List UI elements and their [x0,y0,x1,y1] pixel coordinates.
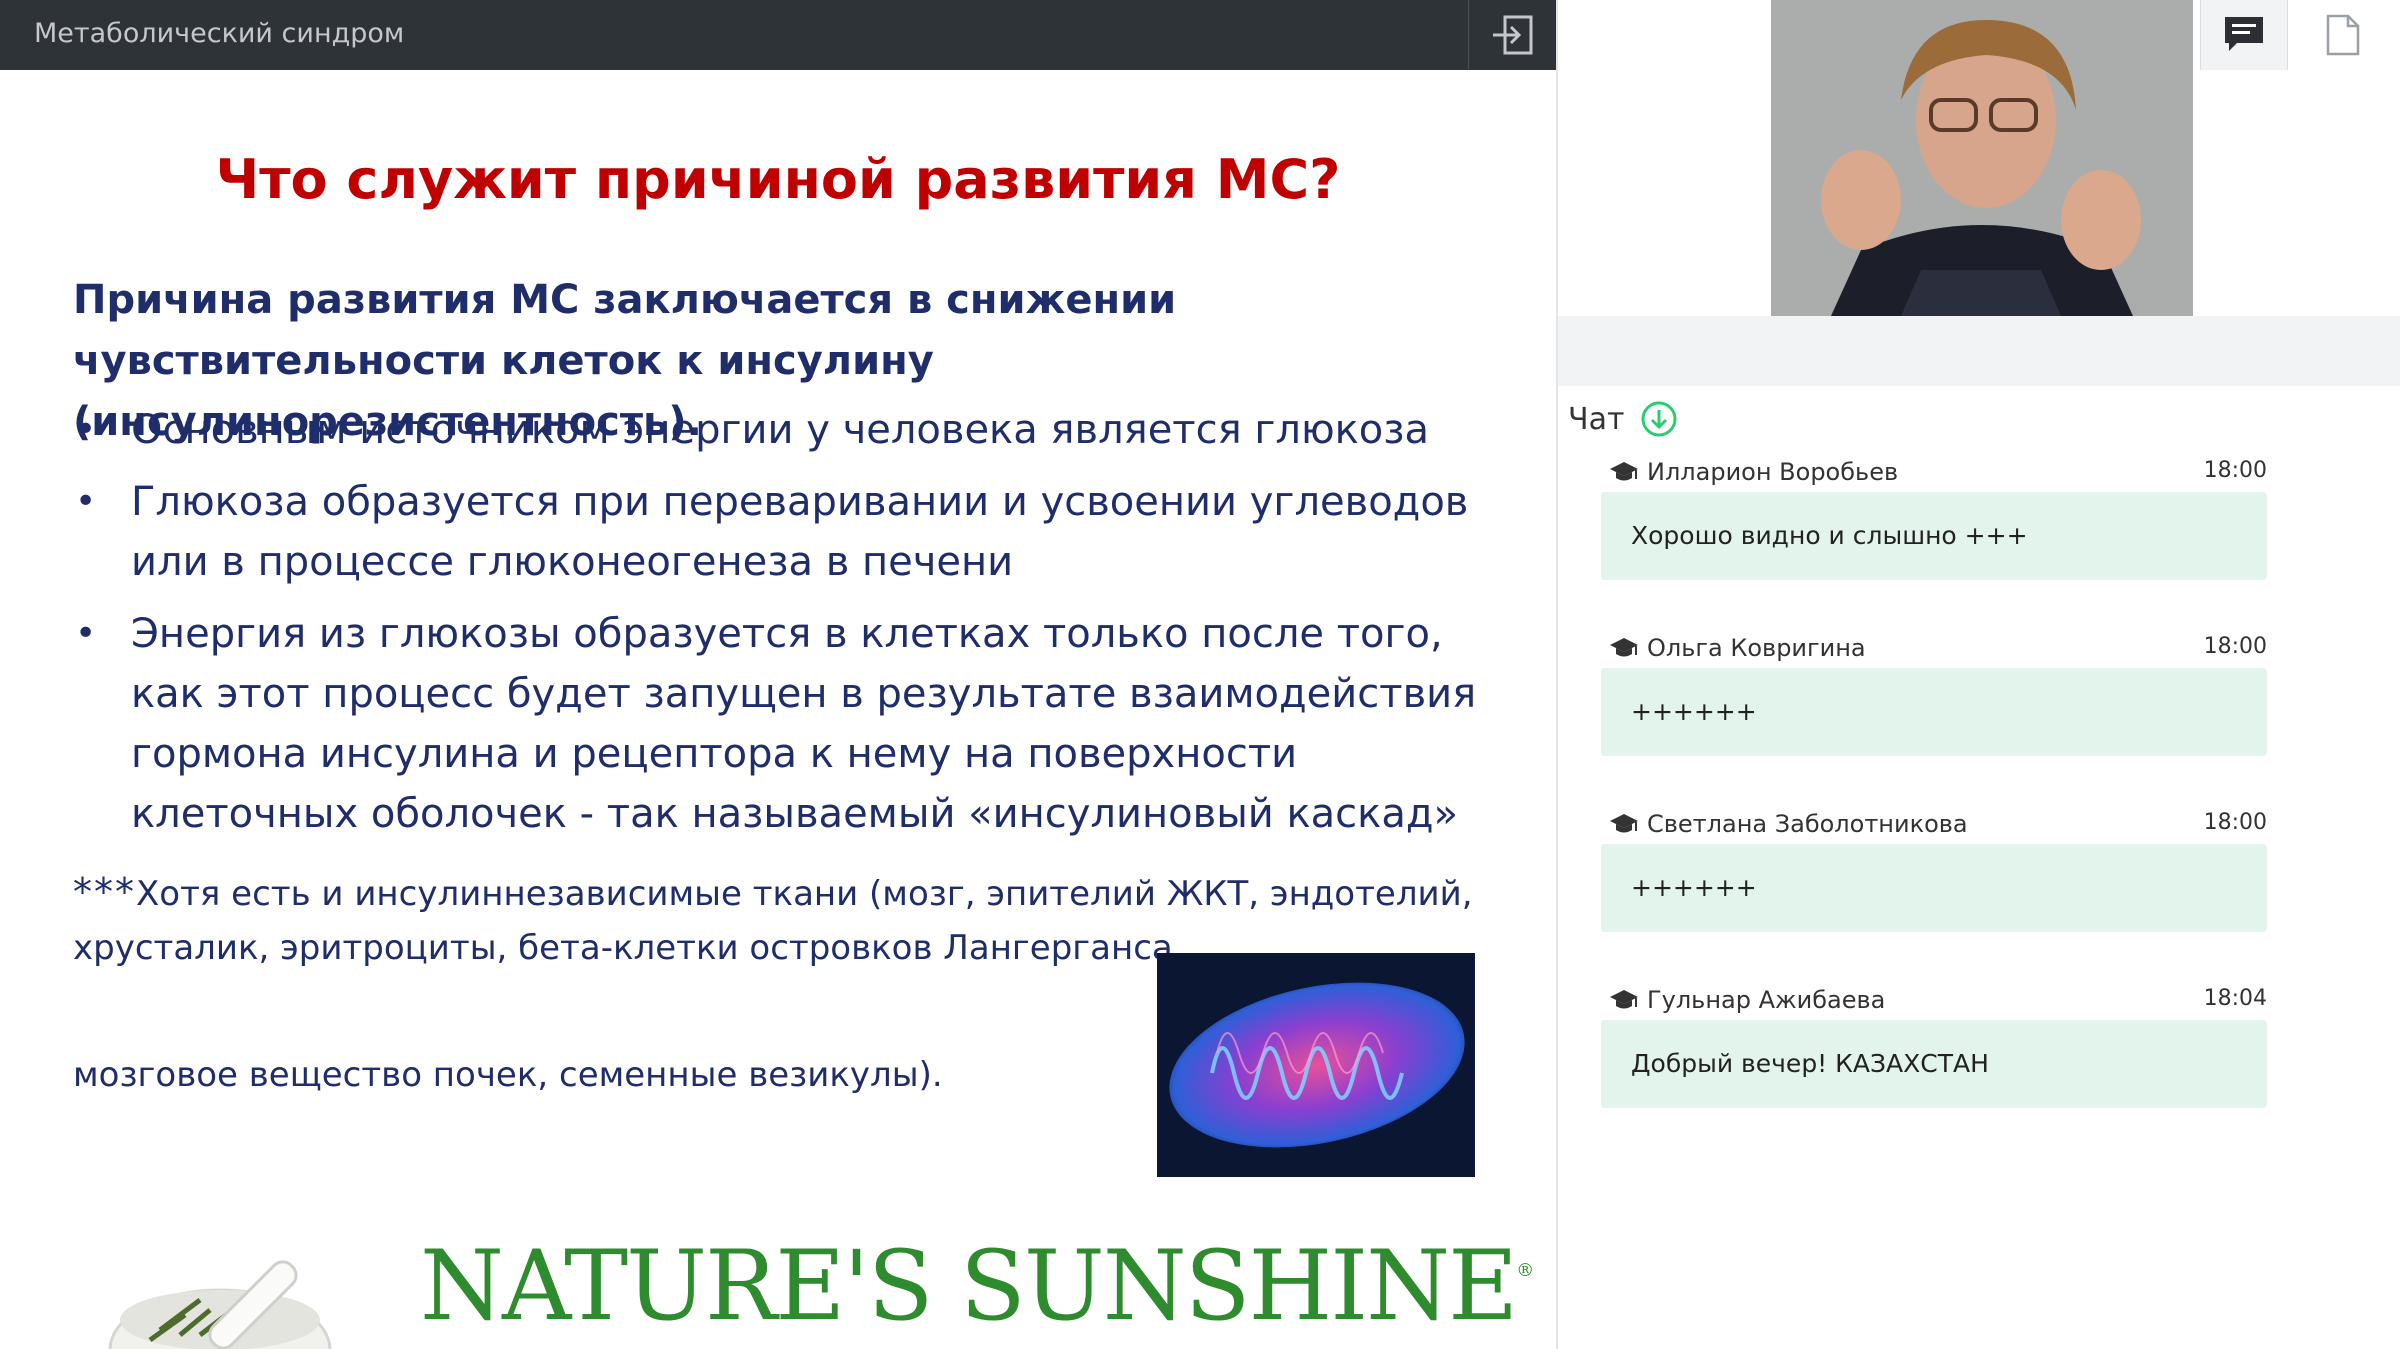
chat-bubble-icon [2225,17,2263,51]
footnote-stars: *** [73,870,136,914]
graduation-cap-icon [1610,814,1638,833]
mitochondria-image [1157,953,1475,1177]
exit-icon [1493,15,1533,55]
graduation-cap-icon [1610,990,1638,1009]
footnote-line: Хотя есть и инсулиннезависимые ткани (мо… [136,874,1473,914]
chat-message: Гульнар Ажибаева 18:04 Добрый вечер! КАЗ… [1601,980,2267,1108]
files-tab-button[interactable] [2300,0,2386,70]
bullet-dot: • [75,481,97,522]
slide-bullet: • Энергия из глюкозы образуется в клетка… [73,604,1493,844]
side-panel-toolbar [1558,316,2400,386]
chat-author: Светлана Заболотникова [1647,810,1968,838]
chat-title: Чат [1568,401,1625,437]
chat-message: Светлана Заболотникова 18:00 ++++++ [1601,804,2267,932]
arrow-down-circle-icon[interactable] [1640,400,1678,438]
chat-time: 18:00 [2203,810,2267,835]
bullet-line: Основным источником энергии у человека я… [131,407,1430,453]
bullet-line: гормона инсулина и рецептора к нему на п… [131,731,1298,777]
bullet-line: как этот процесс будет запущен в результ… [131,671,1477,717]
bullet-line: клеточных оболочек - так называемый «инс… [131,791,1458,837]
chat-tab-button[interactable] [2200,0,2288,70]
chat-time: 18:04 [2203,986,2267,1011]
chat-message-text: Добрый вечер! КАЗАХСТАН [1601,1020,2267,1108]
bullet-line: Энергия из глюкозы образуется в клетках … [131,611,1443,657]
document-icon [2326,14,2360,56]
chat-author: Ольга Ковригина [1647,634,1866,662]
presentation-title: Метаболический синдром [34,18,405,49]
chat-time: 18:00 [2203,634,2267,659]
bullet-dot: • [75,613,97,654]
chat-time: 18:00 [2203,458,2267,483]
chat-author: Гульнар Ажибаева [1647,986,1886,1014]
slide-bullet: • Глюкоза образуется при переваривании и… [73,472,1493,592]
chat-header: Чат [1568,400,1678,438]
presentation-topbar: Метаболический синдром [0,0,1556,70]
brand-registered-mark: ® [1516,1260,1534,1281]
slide-title: Что служит причиной развития МС? [215,148,1341,211]
chat-message-text: ++++++ [1601,844,2267,932]
speaker-video-frame [1771,0,2193,316]
slide-bullet-list: • Основным источником энергии у человека… [73,400,1493,856]
bullet-line: или в процессе глюконеогенеза в печени [131,539,1014,585]
chat-message-text: Хорошо видно и слышно +++ [1601,492,2267,580]
chat-message: Илларион Воробьев 18:00 Хорошо видно и с… [1601,452,2267,580]
brand-name: NATURE'S SUNSHINE [420,1230,1518,1342]
chat-message-text: ++++++ [1601,668,2267,756]
footnote-line: мозговое вещество почек, семенные везику… [73,1055,943,1095]
slide-bullet: • Основным источником энергии у человека… [73,400,1493,460]
bullet-line: Глюкоза образуется при переваривании и у… [131,479,1469,525]
graduation-cap-icon [1610,638,1638,657]
presentation-slide: Что служит причиной развития МС? Причина… [0,70,1556,1349]
speaker-video[interactable] [1771,0,2193,316]
graduation-cap-icon [1610,462,1638,481]
bullet-dot: • [75,409,97,450]
mortar-pestle-icon [108,1260,332,1349]
exit-button[interactable] [1468,0,1557,70]
slide-lead-line: Причина развития МС заключается в снижен… [73,277,1177,323]
chat-author: Илларион Воробьев [1647,458,1899,486]
brand-logo: NATURE'S SUNSHINE® [60,1230,1534,1349]
chat-message: Ольга Ковригина 18:00 ++++++ [1601,628,2267,756]
